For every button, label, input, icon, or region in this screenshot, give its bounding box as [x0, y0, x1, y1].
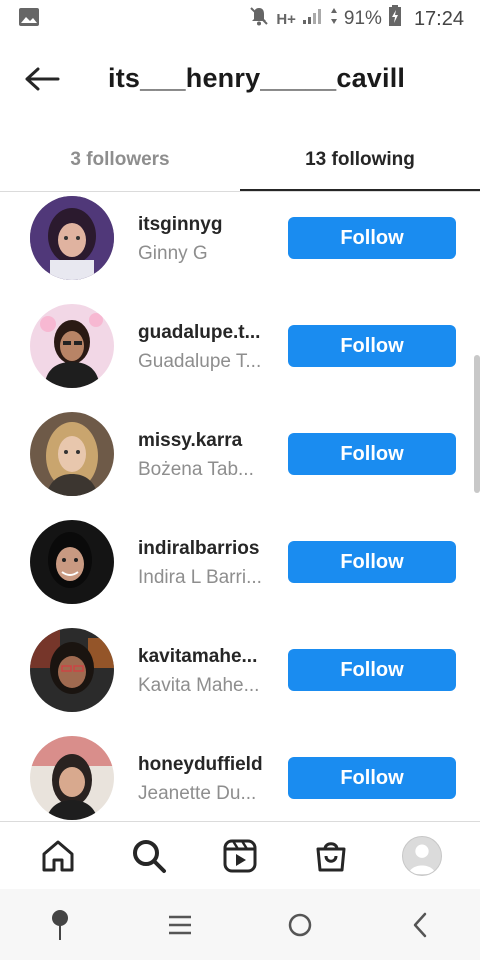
tab-followers[interactable]: 3 followers	[0, 130, 240, 190]
nav-home[interactable]	[34, 832, 82, 880]
avatar[interactable]	[30, 196, 114, 280]
avatar[interactable]	[30, 736, 114, 820]
list-item[interactable]: honeyduffield Jeanette Du... Follow	[0, 733, 480, 821]
username[interactable]: itsginnyg	[138, 213, 272, 237]
assistant-button[interactable]	[30, 900, 90, 950]
shop-icon	[316, 841, 346, 871]
follow-button[interactable]: Follow	[288, 649, 456, 691]
username[interactable]: guadalupe.t...	[138, 321, 272, 345]
profile-avatar	[402, 835, 443, 876]
search-icon	[132, 839, 166, 873]
scrollbar[interactable]	[474, 355, 480, 493]
assistant-icon	[52, 909, 68, 940]
following-list[interactable]: itsginnyg Ginny G Follow guadalupe.t... …	[0, 193, 480, 821]
signal-icon	[302, 7, 324, 31]
avatar[interactable]	[30, 412, 114, 496]
profile-header: its___henry_____cavill	[0, 48, 480, 110]
home-icon	[42, 840, 74, 871]
follow-button[interactable]: Follow	[288, 433, 456, 475]
follow-button[interactable]: Follow	[288, 541, 456, 583]
nav-search[interactable]	[125, 832, 173, 880]
mute-notification-icon	[248, 5, 270, 33]
full-name: Kavita Mahe...	[138, 675, 260, 696]
status-bar: H+ 91% 17:24	[0, 0, 480, 38]
full-name: Indira L Barri...	[138, 567, 262, 588]
follow-button[interactable]: Follow	[288, 217, 456, 259]
list-item[interactable]: guadalupe.t... Guadalupe T... Follow	[0, 301, 480, 409]
page-title: its___henry_____cavill	[108, 63, 406, 93]
list-item[interactable]: itsginnyg Ginny G Follow	[0, 193, 480, 301]
recents-icon	[169, 915, 191, 934]
battery-percent: 91%	[343, 8, 382, 29]
home-system-button[interactable]	[270, 900, 330, 950]
system-nav	[0, 889, 480, 960]
username[interactable]: missy.karra	[138, 429, 272, 453]
back-chevron-icon	[413, 912, 427, 937]
back-system-button[interactable]	[390, 900, 450, 950]
home-circle-icon	[288, 913, 312, 936]
back-arrow-icon	[25, 67, 60, 91]
username[interactable]: indiralbarrios	[138, 537, 272, 561]
nav-reels[interactable]	[216, 832, 264, 880]
data-arrows-icon	[330, 7, 338, 31]
battery-charging-icon	[388, 5, 402, 33]
full-name: Jeanette Du...	[138, 783, 257, 804]
follow-tabs: 3 followers 13 following	[0, 130, 480, 192]
nav-profile[interactable]	[398, 832, 446, 880]
default-user-icon	[409, 844, 436, 874]
tab-following[interactable]: 13 following	[240, 130, 480, 191]
follow-button[interactable]: Follow	[288, 325, 456, 367]
username[interactable]: honeyduffield	[138, 753, 272, 777]
username[interactable]: kavitamahe...	[138, 645, 272, 669]
reels-icon	[223, 839, 257, 872]
network-type: H+	[276, 10, 296, 28]
avatar[interactable]	[30, 520, 114, 604]
full-name: Bożena Tab...	[138, 459, 254, 480]
full-name: Ginny G	[138, 243, 208, 264]
list-item[interactable]: kavitamahe... Kavita Mahe... Follow	[0, 625, 480, 733]
back-button[interactable]	[22, 62, 62, 96]
avatar[interactable]	[30, 628, 114, 712]
full-name: Guadalupe T...	[138, 351, 262, 372]
follow-button[interactable]: Follow	[288, 757, 456, 799]
bottom-nav	[0, 821, 480, 889]
list-item[interactable]: missy.karra Bożena Tab... Follow	[0, 409, 480, 517]
gallery-notification-icon	[18, 7, 40, 32]
list-item[interactable]: indiralbarrios Indira L Barri... Follow	[0, 517, 480, 625]
avatar[interactable]	[30, 304, 114, 388]
clock: 17:24	[413, 7, 464, 30]
recents-button[interactable]	[150, 900, 210, 950]
nav-shop[interactable]	[307, 832, 355, 880]
